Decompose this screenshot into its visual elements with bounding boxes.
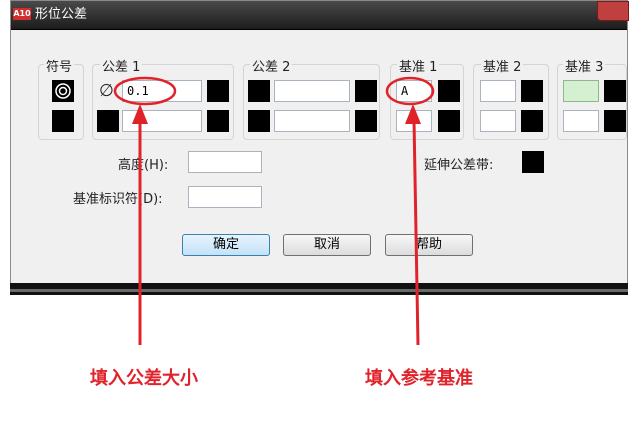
datum-arrow-line: [412, 119, 420, 346]
datum-highlight-ellipse: [385, 76, 435, 106]
datum-arrowhead: [405, 104, 421, 124]
datum-annotation: 填入参考基准: [365, 368, 473, 389]
tolerance-highlight-ellipse: [113, 76, 177, 106]
tolerance-arrowhead: [132, 104, 148, 124]
tolerance-annotation: 填入公差大小: [90, 368, 198, 389]
